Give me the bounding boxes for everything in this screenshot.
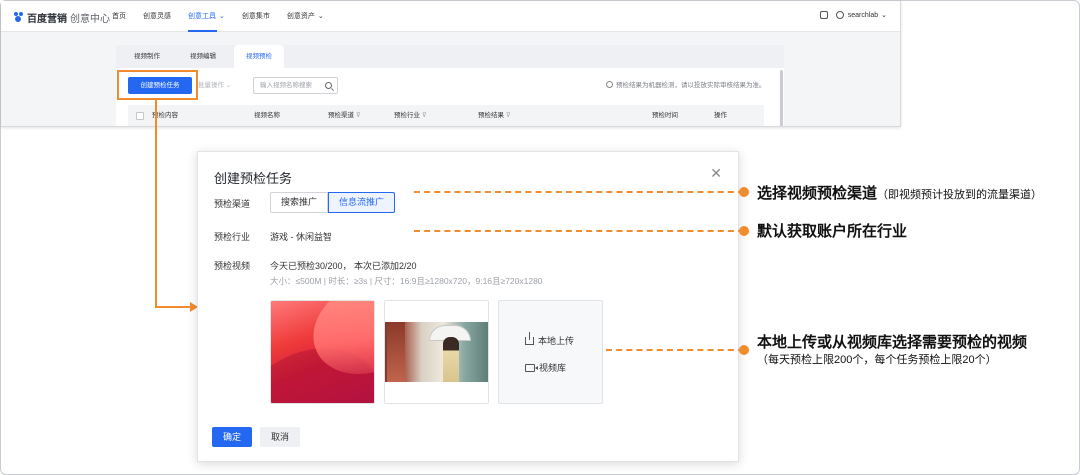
cancel-button[interactable]: 取消 <box>260 427 300 447</box>
connector-line <box>155 306 191 308</box>
nav-item-tools[interactable]: 创意工具 ⌄ <box>188 1 225 32</box>
channel-option-feed[interactable]: 信息流推广 <box>328 192 396 213</box>
callout-dash-line <box>606 349 744 351</box>
video-thumbnail[interactable] <box>270 300 375 404</box>
product-name: 创意中心 <box>70 14 110 25</box>
th-time: 预检时间 <box>652 112 678 119</box>
tab-video-make[interactable]: 视频制作 <box>122 45 172 68</box>
message-icon[interactable] <box>819 11 828 19</box>
tab-video-precheck[interactable]: 视频预检 <box>234 45 284 68</box>
callout-dot <box>739 345 749 355</box>
callout-industry: 默认获取账户所在行业 <box>757 223 908 240</box>
callout-dot <box>739 187 749 197</box>
nav-item-market[interactable]: 创意集市 <box>242 1 270 32</box>
callout-dash-line <box>414 230 744 232</box>
create-button-highlight <box>117 70 198 100</box>
upload-local-button[interactable]: 本地上传 <box>525 331 575 347</box>
th-result[interactable]: 预检结果 ⊽ <box>478 105 511 126</box>
create-task-modal: 创建预检任务 ✕ 预检渠道 搜索推广 信息流推广 预检行业 游戏 - 休闲益智 … <box>197 151 739 462</box>
filter-icon[interactable]: ⊽ <box>422 112 427 119</box>
nav-item-inspiration[interactable]: 创意灵感 <box>143 1 171 32</box>
search-icon[interactable] <box>325 82 332 89</box>
nav-item-tools-label: 创意工具 <box>188 13 216 20</box>
video-spec-text: 大小：≤500M | 时长：≥3s | 尺寸：16:9且≥1280x720，9:… <box>270 276 543 286</box>
confirm-button[interactable]: 确定 <box>212 427 252 447</box>
video-library-button[interactable]: 视频库 <box>525 361 566 374</box>
callout-video: 本地上传或从视频库选择需要预检的视频 <box>757 334 1028 351</box>
callout-channel: 选择视频预检渠道（即视频预计投放到的流量渠道） <box>757 182 1042 203</box>
info-icon <box>606 81 613 88</box>
industry-value: 游戏 - 休闲益智 <box>270 232 332 242</box>
industry-label: 预检行业 <box>214 232 251 242</box>
callout-dot <box>739 226 749 236</box>
chevron-down-icon: ⌄ <box>219 13 225 20</box>
notice-label: 预检结果为机器检测，请以投放实际审核结果为准。 <box>616 82 766 89</box>
thumbnail-photo <box>387 322 405 382</box>
tab-bar: 视频制作 视频编辑 视频预检 <box>116 45 784 68</box>
callout-channel-note: （即视频预计投放到的流量渠道） <box>877 189 1043 201</box>
close-icon[interactable]: ✕ <box>710 165 722 182</box>
video-quota-text: 今天已预检30/200， 本次已添加2/20 <box>270 261 417 271</box>
table-header: 预检内容 视频名称 预检渠道 ⊽ 预检行业 ⊽ 预检结果 ⊽ 预检时间 操作 <box>128 105 764 126</box>
channel-radio-group: 搜索推广 信息流推广 <box>270 192 396 213</box>
video-library-label: 视频库 <box>539 363 567 373</box>
upload-icon <box>525 331 534 345</box>
top-nav-bar: 百度营销 创意中心 首页 创意灵感 创意工具 ⌄ 创意集市 创意资产 ⌄ searc… <box>1 1 900 32</box>
th-video-name: 视频名称 <box>254 112 280 119</box>
select-all-checkbox[interactable] <box>136 112 144 120</box>
brand-name: 百度营销 <box>27 14 67 25</box>
callout-channel-main: 选择视频预检渠道 <box>757 185 878 202</box>
nav-item-home[interactable]: 首页 <box>112 1 126 32</box>
chevron-down-icon: ⌄ <box>317 13 324 20</box>
th-channel-label: 预检渠道 <box>328 112 354 119</box>
content-card: 视频制作 视频编辑 视频预检 批量操作 ⌄ 创建预检任务 输入视频名称搜索 预检… <box>116 45 784 126</box>
filter-icon[interactable]: ⊽ <box>506 112 511 119</box>
tab-video-edit[interactable]: 视频编辑 <box>178 45 228 68</box>
search-input[interactable]: 输入视频名称搜索 <box>253 77 338 94</box>
video-thumbnail[interactable] <box>384 300 489 404</box>
th-result-label: 预检结果 <box>478 112 504 119</box>
upload-local-label: 本地上传 <box>538 336 575 346</box>
notice-text: 预检结果为机器检测，请以投放实际审核结果为准。 <box>606 77 766 94</box>
main-nav: 首页 创意灵感 创意工具 ⌄ 创意集市 创意资产 ⌄ <box>112 1 341 32</box>
username[interactable]: searchlab <box>848 12 878 19</box>
modal-title: 创建预检任务 <box>214 171 293 186</box>
toolbar: 批量操作 ⌄ 创建预检任务 输入视频名称搜索 预检结果为机器检测，请以投放实际审… <box>128 77 778 95</box>
video-icon <box>525 363 538 372</box>
batch-label: 批量操作 <box>198 82 224 89</box>
logo[interactable]: 百度营销 创意中心 <box>13 10 110 25</box>
nav-item-assets-label: 创意资产 <box>286 13 315 20</box>
th-channel[interactable]: 预检渠道 ⊽ <box>328 105 361 126</box>
nav-item-assets[interactable]: 创意资产 ⌄ <box>287 1 324 32</box>
callout-dash-line <box>414 191 744 193</box>
upload-panel: 本地上传 视频库 <box>498 300 603 404</box>
filter-icon[interactable]: ⊽ <box>356 112 361 119</box>
paw-logo-icon <box>13 12 24 23</box>
chevron-down-icon: ⌄ <box>225 82 232 89</box>
th-action: 操作 <box>714 112 727 119</box>
th-industry-label: 预检行业 <box>394 112 420 119</box>
connector-line <box>155 100 157 308</box>
search-placeholder: 输入视频名称搜索 <box>260 82 312 89</box>
app-screenshot: 百度营销 创意中心 首页 创意灵感 创意工具 ⌄ 创意集市 创意资产 ⌄ searc… <box>1 1 901 127</box>
user-area: searchlab ⌄ <box>819 11 887 19</box>
thumbnail-photo <box>443 337 459 382</box>
callout-video-note: （每天预检上限200个，每个任务预检上限20个） <box>757 354 997 366</box>
channel-label: 预检渠道 <box>214 199 251 209</box>
scrollbar[interactable] <box>780 70 783 126</box>
th-industry[interactable]: 预检行业 ⊽ <box>394 105 427 126</box>
video-label: 预检视频 <box>214 261 251 271</box>
channel-option-search[interactable]: 搜索推广 <box>270 192 329 213</box>
user-icon <box>835 11 844 19</box>
chevron-down-icon[interactable]: ⌄ <box>881 11 887 19</box>
